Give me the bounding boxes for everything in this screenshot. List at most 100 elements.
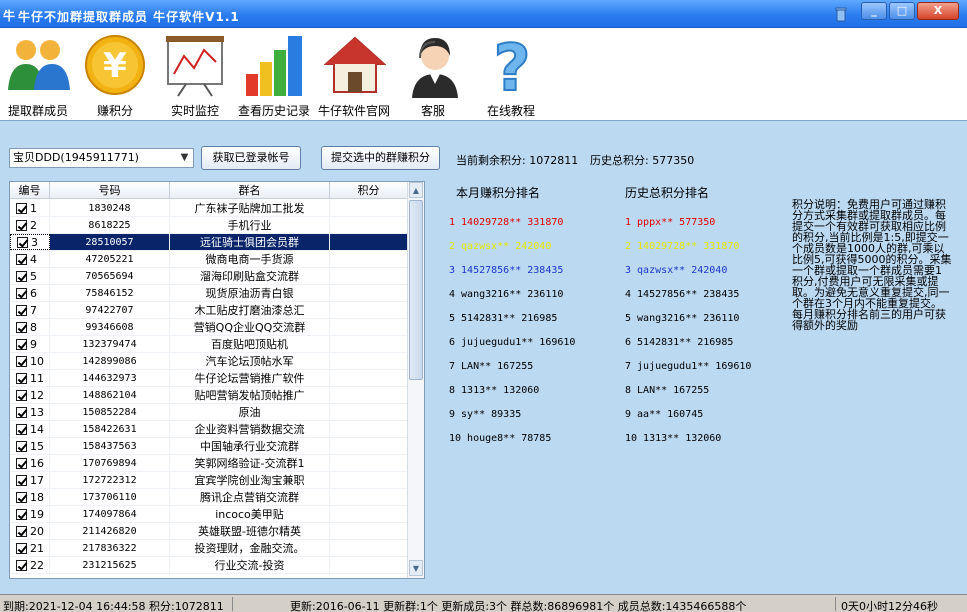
table-row[interactable]: 7 97422707 木工贴皮打磨油漆总汇 — [10, 302, 408, 319]
row-id-cell[interactable]: 13 — [10, 404, 50, 420]
row-checkbox[interactable] — [16, 525, 27, 537]
table-row[interactable]: 6 75846152 现货原油沥青白银 — [10, 285, 408, 302]
row-id-cell[interactable]: 11 — [10, 370, 50, 386]
row-id-cell[interactable]: 5 — [10, 268, 50, 284]
trash-icon[interactable] — [834, 6, 848, 22]
table-row[interactable]: 4 47205221 微商电商一手货源 — [10, 251, 408, 268]
row-checkbox[interactable] — [16, 457, 27, 469]
row-checkbox[interactable] — [16, 253, 27, 265]
submit-groups-button[interactable]: 提交选中的群赚积分 — [321, 146, 440, 170]
row-id-cell[interactable]: 10 — [10, 353, 50, 369]
close-button[interactable]: X — [917, 2, 959, 20]
row-id-cell[interactable]: 1 — [10, 200, 50, 216]
table-row[interactable]: 20 211426820 英雄联盟-班德尔精英 — [10, 523, 408, 540]
group-table[interactable]: 编号 号码 群名 积分 1 1830248 广东袜子贴牌加工批发 2 8618225 手机… — [9, 181, 425, 579]
toolbar-online-tutorial[interactable]: ? 在线教程 — [484, 34, 540, 118]
row-id-cell[interactable]: 8 — [10, 319, 50, 335]
scroll-thumb[interactable] — [409, 200, 423, 380]
row-checkbox[interactable] — [16, 474, 27, 486]
row-checkbox[interactable] — [16, 406, 27, 418]
scroll-up-icon[interactable]: ▲ — [409, 182, 423, 198]
header-id[interactable]: 编号 — [10, 182, 50, 199]
row-checkbox[interactable] — [16, 338, 27, 350]
scroll-down-icon[interactable]: ▼ — [409, 560, 423, 576]
table-row[interactable]: 22 231215625 行业交流-投资 — [10, 557, 408, 574]
points-explanation: 积分说明：免费用户可通过赚积分方式采集群或提取群成员。每提交一个有效群可获取相应… — [792, 198, 952, 332]
toolbar-realtime-monitor[interactable]: 实时监控 — [164, 34, 226, 118]
row-checkbox[interactable] — [16, 508, 27, 520]
table-row[interactable]: 11 144632973 牛仔论坛营销推广软件 — [10, 370, 408, 387]
row-id-cell[interactable]: 12 — [10, 387, 50, 403]
account-select[interactable]: 宝贝DDD(1945911771) ▼ — [9, 148, 194, 168]
row-id-cell[interactable]: 22 — [10, 557, 50, 573]
row-checkbox[interactable] — [16, 423, 27, 435]
row-id-cell[interactable]: 14 — [10, 421, 50, 437]
table-row[interactable]: 15 158437563 中国轴承行业交流群 — [10, 438, 408, 455]
row-checkbox[interactable] — [16, 355, 27, 367]
row-checkbox[interactable] — [16, 559, 27, 571]
table-row[interactable]: 3 28510057 远征骑士俱团会员群 — [10, 234, 408, 251]
row-id-cell[interactable]: 20 — [10, 523, 50, 539]
toolbar-customer-service[interactable]: 客服 — [404, 34, 466, 118]
row-id-cell[interactable]: 3 — [10, 234, 50, 250]
row-checkbox[interactable] — [16, 321, 27, 333]
row-id-cell[interactable]: 19 — [10, 506, 50, 522]
row-checkbox[interactable] — [16, 389, 27, 401]
row-checkbox[interactable] — [16, 270, 27, 282]
toolbar-history[interactable]: 查看历史记录 — [238, 34, 310, 118]
row-checkbox[interactable] — [16, 542, 27, 554]
row-id-cell[interactable]: 21 — [10, 540, 50, 556]
row-checkbox[interactable] — [16, 491, 27, 503]
get-logged-accounts-button[interactable]: 获取已登录帐号 — [201, 146, 301, 170]
minimize-button[interactable]: _ — [861, 2, 887, 20]
title-bar[interactable]: 牛 牛仔不加群提取群成员 牛仔软件V1.1 _ □ X — [0, 0, 967, 28]
row-checkbox[interactable] — [16, 440, 27, 452]
header-number[interactable]: 号码 — [50, 182, 170, 199]
row-number: 170769894 — [50, 455, 170, 471]
row-id-cell[interactable]: 18 — [10, 489, 50, 505]
row-id-cell[interactable]: 7 — [10, 302, 50, 318]
toolbar-extract-members[interactable]: 提取群成员 — [6, 34, 72, 118]
toolbar-earn-points[interactable]: ¥ 赚积分 — [84, 34, 146, 118]
vertical-scrollbar[interactable]: ▲ ▼ — [407, 182, 424, 578]
table-row[interactable]: 2 8618225 手机行业 — [10, 217, 408, 234]
row-checkbox[interactable] — [16, 202, 27, 214]
header-points[interactable]: 积分 — [330, 182, 408, 199]
table-row[interactable]: 18 173706110 腾讯企点营销交流群 — [10, 489, 408, 506]
row-group-name: 溜海印刷贴盒交流群 — [170, 268, 330, 284]
row-id-cell[interactable]: 4 — [10, 251, 50, 267]
table-row[interactable]: 19 174097864 incoco美甲贴 — [10, 506, 408, 523]
rank-item: 5 5142831** 216985 — [449, 313, 558, 324]
table-row[interactable]: 14 158422631 企业资料营销数据交流 — [10, 421, 408, 438]
table-row[interactable]: 21 217836322 投资理财，金融交流。 — [10, 540, 408, 557]
row-id-cell[interactable]: 9 — [10, 336, 50, 352]
row-checkbox[interactable] — [16, 287, 27, 299]
row-id-cell[interactable]: 6 — [10, 285, 50, 301]
row-checkbox[interactable] — [17, 236, 28, 248]
table-header: 编号 号码 群名 积分 — [10, 182, 408, 199]
row-group-name: 手机行业 — [170, 217, 330, 233]
table-row[interactable]: 9 132379474 百度贴吧顶贴机 — [10, 336, 408, 353]
row-id-cell[interactable]: 2 — [10, 217, 50, 233]
table-row[interactable]: 13 150852284 原油 — [10, 404, 408, 421]
table-row[interactable]: 16 170769894 笑郭网络验证-交流群1 — [10, 455, 408, 472]
table-row[interactable]: 17 172722312 宜宾学院创业淘宝兼职 — [10, 472, 408, 489]
row-id-cell[interactable]: 17 — [10, 472, 50, 488]
row-id-cell[interactable]: 16 — [10, 455, 50, 471]
row-id-cell[interactable]: 15 — [10, 438, 50, 454]
table-row[interactable]: 5 70565694 溜海印刷贴盒交流群 — [10, 268, 408, 285]
row-group-name: 汽车论坛顶帖水军 — [170, 353, 330, 369]
bar-chart-icon — [246, 36, 302, 96]
row-checkbox[interactable] — [16, 372, 27, 384]
header-name[interactable]: 群名 — [170, 182, 330, 199]
maximize-button[interactable]: □ — [889, 2, 915, 20]
row-checkbox[interactable] — [16, 219, 27, 231]
table-row[interactable]: 1 1830248 广东袜子贴牌加工批发 — [10, 200, 408, 217]
rank-item: 8 1313** 132060 — [449, 385, 540, 396]
table-row[interactable]: 12 148862104 贴吧营销发帖顶帖推广 — [10, 387, 408, 404]
chevron-down-icon[interactable]: ▼ — [177, 150, 192, 166]
row-checkbox[interactable] — [16, 304, 27, 316]
toolbar-official-site[interactable]: 牛仔软件官网 — [318, 34, 390, 118]
table-row[interactable]: 10 142899086 汽车论坛顶帖水军 — [10, 353, 408, 370]
table-row[interactable]: 8 99346608 营销QQ企业QQ交流群 — [10, 319, 408, 336]
